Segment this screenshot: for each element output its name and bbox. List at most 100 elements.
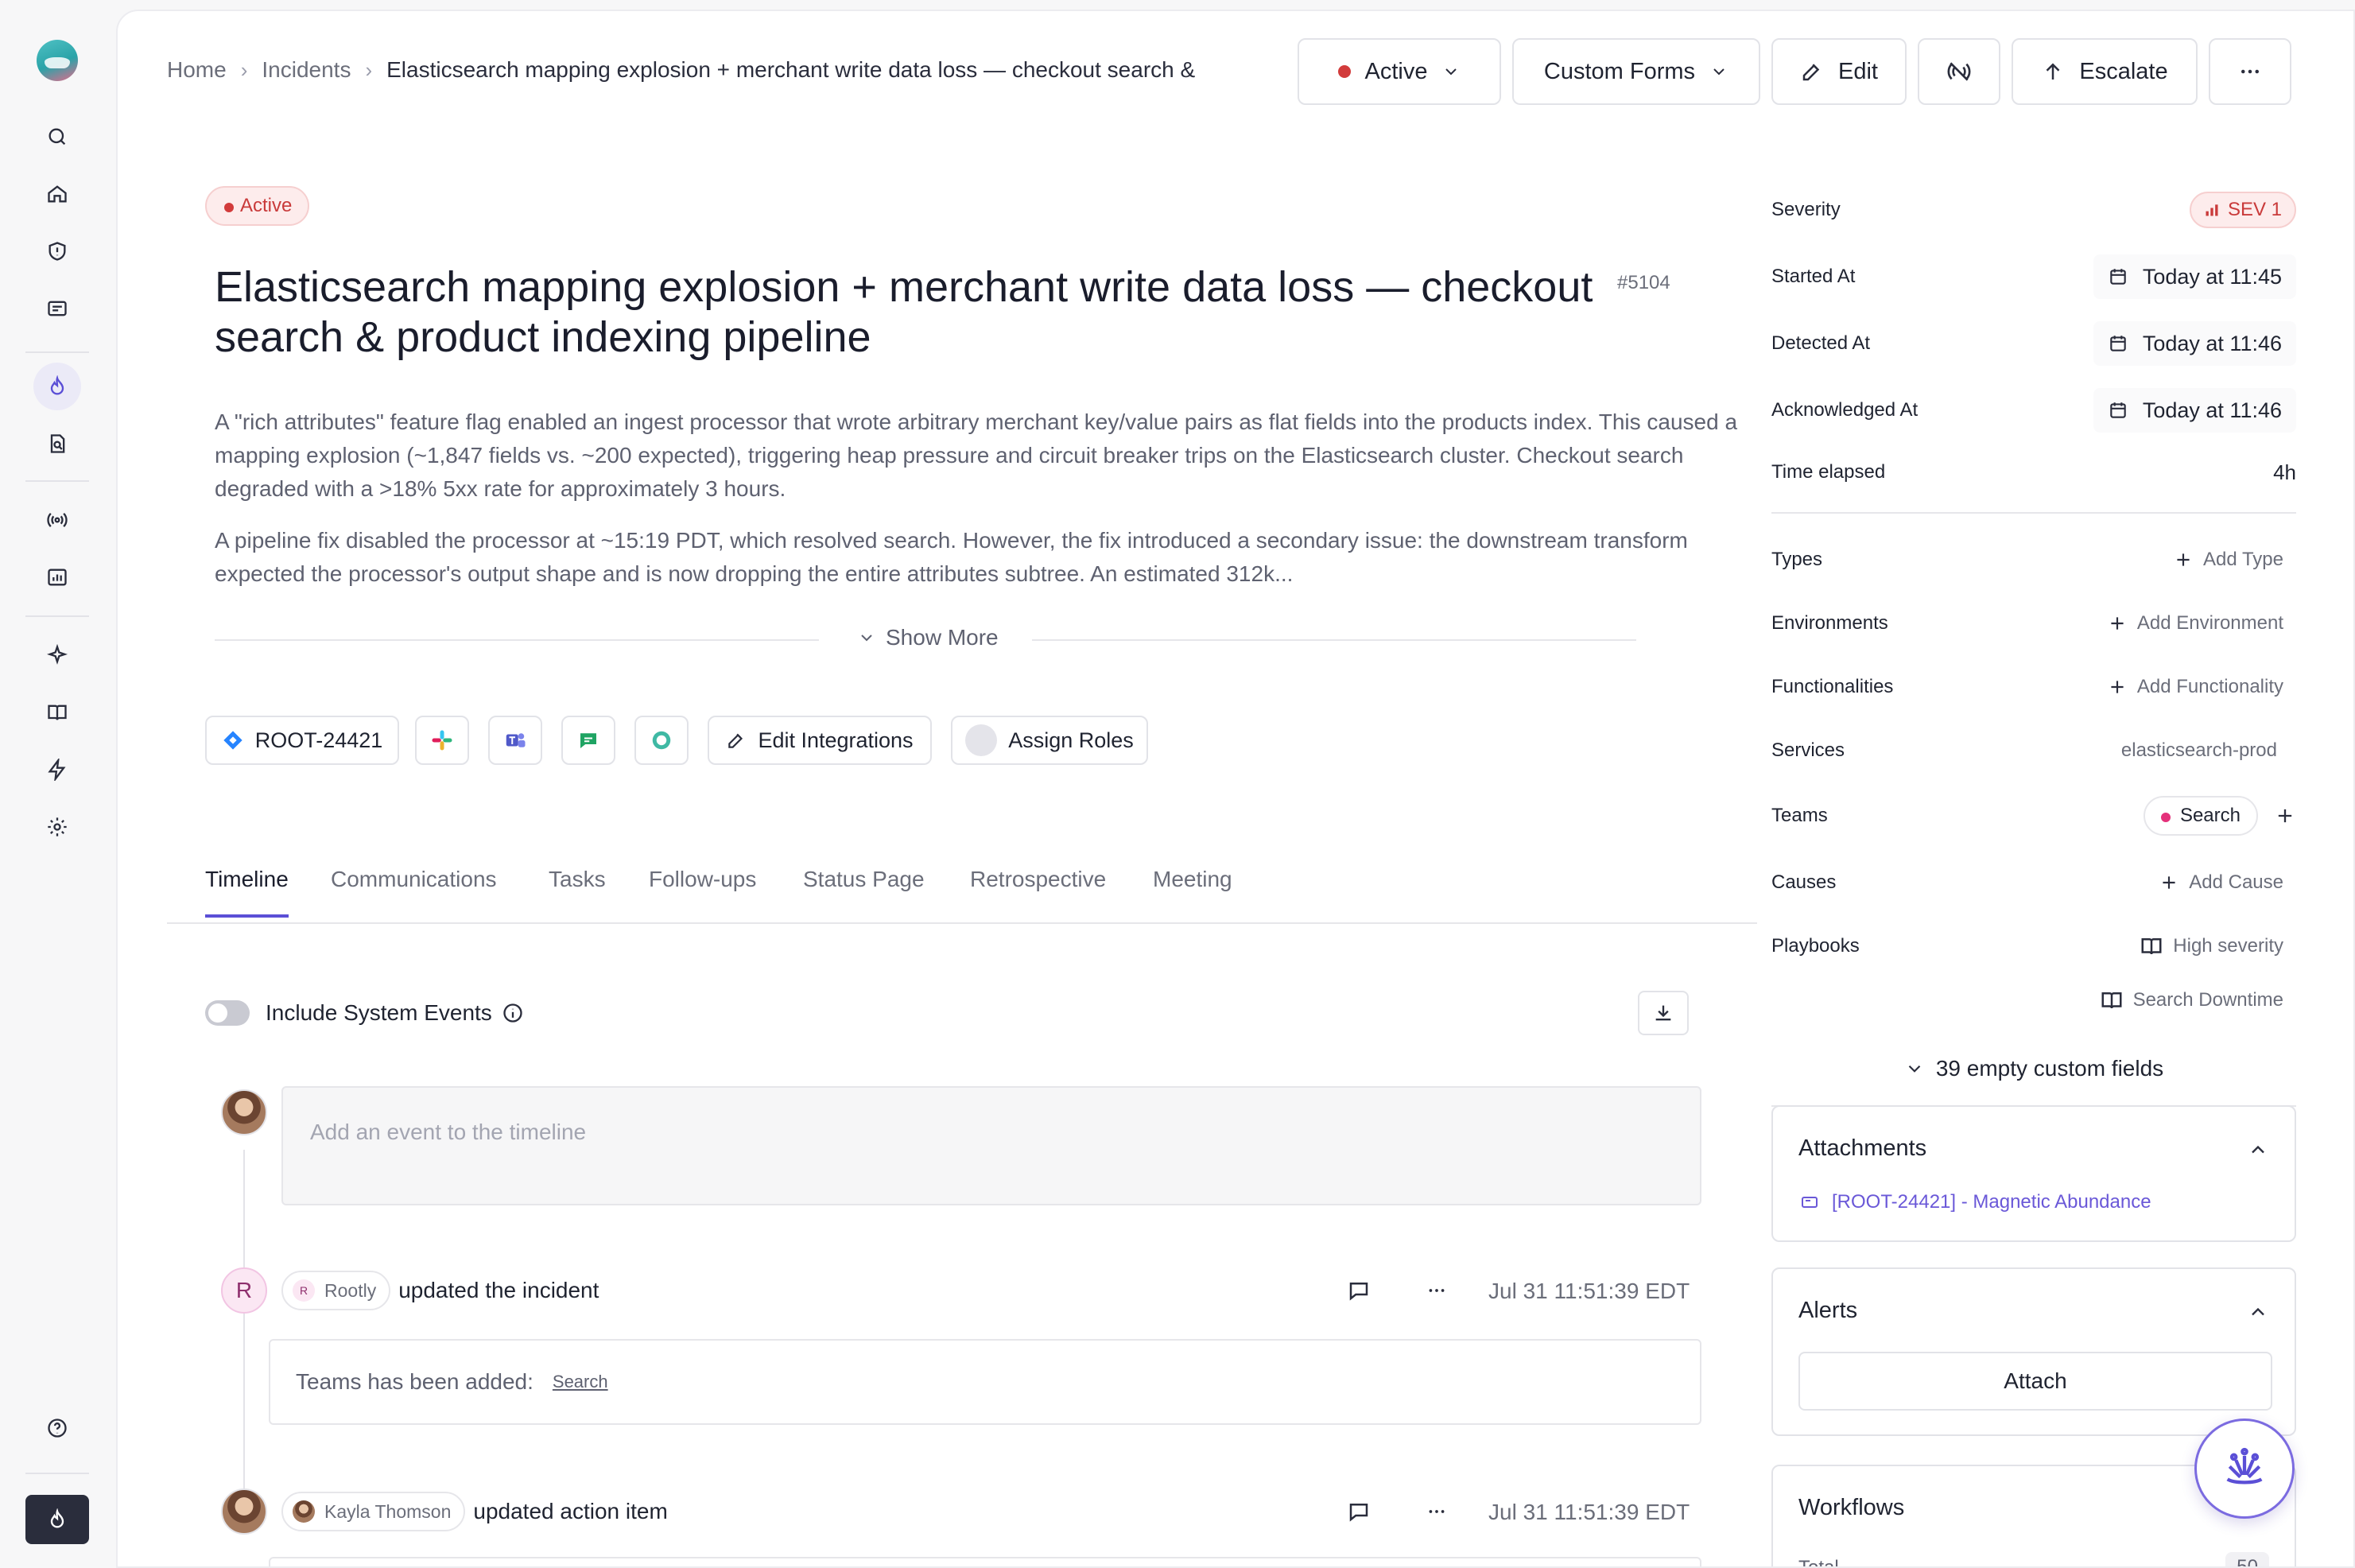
metrics-icon[interactable] xyxy=(33,553,81,601)
download-icon xyxy=(1655,1005,1671,1021)
event-detail: Teams has been added: Search xyxy=(269,1339,1701,1425)
book-icon[interactable] xyxy=(33,689,81,736)
ai-assistant-button[interactable] xyxy=(2194,1419,2295,1519)
event-detail xyxy=(269,1557,1701,1566)
retrospectives-icon[interactable] xyxy=(33,420,81,468)
custom-forms-label: Custom Forms xyxy=(1543,58,1696,84)
chevron-down-icon xyxy=(861,635,872,642)
event-action: updated action item xyxy=(473,1499,668,1523)
show-more-button[interactable]: Show More xyxy=(857,625,999,650)
rail-divider xyxy=(25,1473,89,1474)
team-chip[interactable]: Search xyxy=(2143,796,2258,836)
tab-timeline[interactable]: Timeline xyxy=(205,867,289,918)
plus-icon xyxy=(2111,681,2124,693)
ai-sparkle-icon[interactable] xyxy=(33,631,81,679)
tab-communications[interactable]: Communications xyxy=(331,867,497,914)
book-icon xyxy=(2141,938,2162,955)
workflows-total-label: Total xyxy=(1798,1557,1839,1568)
add-environment-label: Add Environment xyxy=(2136,612,2283,634)
plus-icon xyxy=(2177,553,2190,566)
tab-follow-ups[interactable]: Follow-ups xyxy=(649,867,756,914)
tab-retrospective[interactable]: Retrospective xyxy=(970,867,1106,914)
tab-tasks[interactable]: Tasks xyxy=(549,867,606,914)
timeline-event-header: Kayla Thomson updated action item xyxy=(281,1492,668,1531)
comment-icon[interactable] xyxy=(1339,1492,1379,1531)
timeline-line xyxy=(243,1150,245,1523)
chevron-up-icon[interactable] xyxy=(2247,1301,2269,1323)
slack-integration-button[interactable] xyxy=(415,716,469,765)
status-integration-button[interactable] xyxy=(634,716,689,765)
teams-integration-button[interactable] xyxy=(488,716,542,765)
breadcrumb-separator-icon: › xyxy=(365,57,373,82)
alert-shield-icon[interactable] xyxy=(33,227,81,275)
comment-icon[interactable] xyxy=(1339,1271,1379,1310)
plus-icon[interactable] xyxy=(2274,805,2296,827)
ai-lotus-icon xyxy=(2226,1447,2263,1485)
attach-alert-button[interactable]: Attach xyxy=(1798,1352,2272,1411)
property-label: Acknowledged At xyxy=(1771,399,1919,421)
calendar-icon xyxy=(2110,336,2126,351)
broadcast-icon[interactable] xyxy=(33,496,81,544)
property-playbooks: Playbooks High severity xyxy=(1771,922,2296,970)
breadcrumb-incidents[interactable]: Incidents xyxy=(262,57,351,83)
jira-ticket-chip[interactable]: ROOT-24421 xyxy=(205,716,399,765)
incident-title[interactable]: Elasticsearch mapping explosion + mercha… xyxy=(215,262,1614,363)
rail-divider xyxy=(25,480,89,482)
help-icon[interactable] xyxy=(33,1404,81,1452)
incidents-flame-icon[interactable] xyxy=(33,363,81,410)
settings-gear-icon[interactable] xyxy=(33,803,81,851)
detected-at-picker[interactable]: Today at 11:46 xyxy=(2093,321,2296,366)
add-environment-button[interactable]: Add Environment xyxy=(2107,612,2296,635)
severity-badge[interactable]: SEV 1 xyxy=(2189,192,2296,228)
service-value[interactable]: elasticsearch-prod xyxy=(2121,739,2296,762)
signal-bars-icon xyxy=(2206,204,2218,216)
property-types: Types Add Type xyxy=(1771,536,2296,584)
info-icon[interactable] xyxy=(502,1002,524,1024)
time-elapsed-value: 4h xyxy=(2273,460,2296,484)
status-ring-icon xyxy=(652,731,671,750)
book-icon xyxy=(2101,992,2122,1009)
started-at-picker[interactable]: Today at 11:45 xyxy=(2093,254,2296,299)
home-icon[interactable] xyxy=(33,170,81,218)
actor-chip[interactable]: R Rootly xyxy=(281,1271,391,1310)
add-type-button[interactable]: Add Type xyxy=(2173,549,2296,571)
add-functionality-button[interactable]: Add Functionality xyxy=(2107,676,2296,698)
property-label: Functionalities xyxy=(1771,676,1894,697)
property-label: Services xyxy=(1771,739,1845,761)
system-events-toggle[interactable] xyxy=(205,1000,250,1026)
timeline-event-input[interactable]: Add an event to the timeline xyxy=(281,1086,1701,1205)
event-detail-link[interactable]: Search xyxy=(553,1372,608,1392)
incident-description[interactable]: A "rich attributes" feature flag enabled… xyxy=(215,406,1765,609)
breadcrumb: Home › Incidents › Elasticsearch mapping… xyxy=(167,57,1285,83)
playbook-item[interactable]: High severity xyxy=(2140,934,2296,958)
workflows-bolt-icon[interactable] xyxy=(33,746,81,794)
more-horizontal-icon[interactable] xyxy=(1417,1492,1457,1531)
divider xyxy=(215,639,819,641)
custom-forms-dropdown[interactable]: Custom Forms xyxy=(1512,38,1760,105)
property-label: Playbooks xyxy=(1771,935,1860,957)
property-label: Started At xyxy=(1771,266,1856,287)
quick-incident-button[interactable] xyxy=(25,1495,89,1544)
rootly-avatar: R xyxy=(221,1267,267,1314)
chevron-up-icon[interactable] xyxy=(2247,1139,2269,1161)
breadcrumb-home[interactable]: Home xyxy=(167,57,227,83)
google-chat-integration-button[interactable] xyxy=(561,716,615,765)
search-icon[interactable] xyxy=(33,113,81,161)
on-call-icon[interactable] xyxy=(33,285,81,332)
download-timeline-button[interactable] xyxy=(1638,991,1689,1035)
playbook-item[interactable]: Search Downtime xyxy=(2100,988,2296,1012)
more-horizontal-icon[interactable] xyxy=(1417,1271,1457,1310)
app-logo-icon[interactable] xyxy=(37,40,78,81)
assign-roles-button[interactable]: Assign Roles xyxy=(951,716,1148,765)
empty-custom-fields-toggle[interactable]: 39 empty custom fields xyxy=(1771,1045,2296,1093)
chevron-down-icon xyxy=(1445,68,1457,76)
attachment-link[interactable]: [ROOT-24421] - Magnetic Abundance xyxy=(1800,1191,2151,1213)
actor-chip[interactable]: Kayla Thomson xyxy=(281,1492,466,1531)
property-label: Causes xyxy=(1771,871,1837,893)
status-dropdown[interactable]: Active xyxy=(1298,38,1501,105)
tab-meeting[interactable]: Meeting xyxy=(1153,867,1232,914)
acknowledged-at-picker[interactable]: Today at 11:46 xyxy=(2093,388,2296,433)
edit-integrations-button[interactable]: Edit Integrations xyxy=(708,716,932,765)
add-cause-button[interactable]: Add Cause xyxy=(2159,871,2296,894)
tab-status-page[interactable]: Status Page xyxy=(803,867,925,914)
